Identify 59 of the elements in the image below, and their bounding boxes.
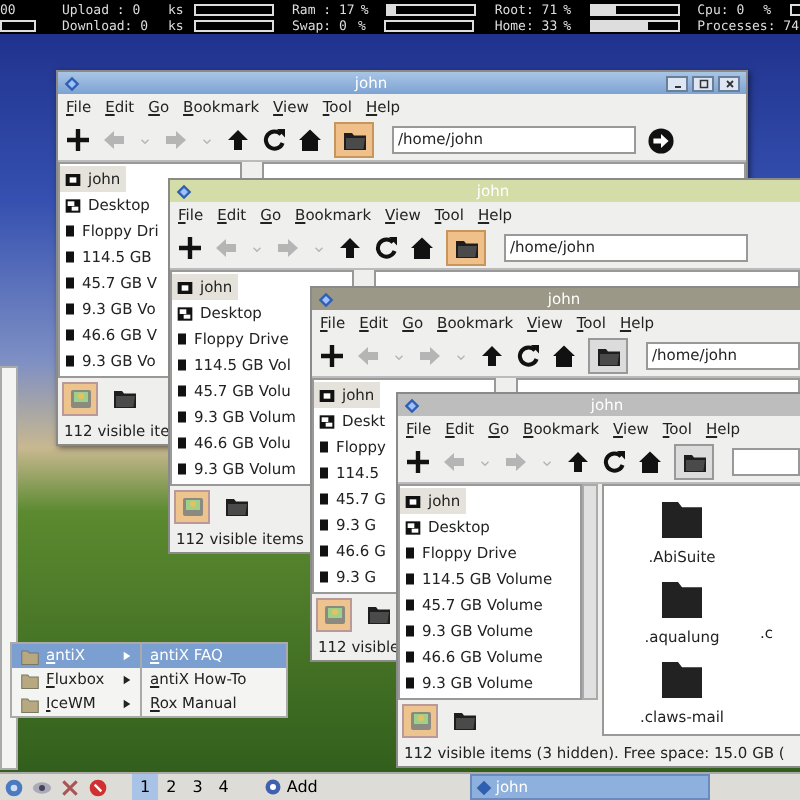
up-arrow-icon[interactable] xyxy=(566,450,590,474)
plus-icon[interactable] xyxy=(406,450,430,474)
up-arrow-icon[interactable] xyxy=(338,236,362,260)
folder-view-button[interactable] xyxy=(674,444,714,480)
folder-icon xyxy=(223,494,249,518)
folder-icon xyxy=(681,450,707,474)
refresh-icon[interactable] xyxy=(602,450,626,474)
window-icon xyxy=(475,779,492,795)
plus-icon[interactable] xyxy=(66,128,90,152)
home-icon[interactable] xyxy=(638,450,662,474)
folder-view-button[interactable] xyxy=(588,338,628,374)
folder-view-button[interactable] xyxy=(446,230,486,266)
home-icon[interactable] xyxy=(410,236,434,260)
plus-icon[interactable] xyxy=(178,236,202,260)
home-icon[interactable] xyxy=(552,344,576,368)
folder-icon xyxy=(595,344,621,368)
workspace-button[interactable]: 4 xyxy=(210,774,237,800)
workspace-button[interactable]: 3 xyxy=(184,774,211,800)
home-folder-icon xyxy=(404,493,422,509)
folder-icon xyxy=(341,128,367,152)
tools-icon[interactable] xyxy=(60,777,80,797)
home-icon[interactable] xyxy=(298,128,322,152)
window-icon xyxy=(318,291,334,307)
home-folder-icon xyxy=(318,387,336,403)
refresh-icon[interactable] xyxy=(374,236,398,260)
plus-icon[interactable] xyxy=(320,344,344,368)
maximize-button[interactable] xyxy=(692,75,714,91)
path-field[interactable] xyxy=(732,448,800,476)
network-icon[interactable] xyxy=(4,777,24,797)
desktop-icon xyxy=(318,413,336,429)
maximize-icon xyxy=(697,77,709,89)
up-arrow-icon[interactable] xyxy=(480,344,504,368)
folder-view-button[interactable] xyxy=(334,122,374,158)
stop-icon[interactable] xyxy=(88,777,108,797)
scrollbar[interactable] xyxy=(582,484,598,700)
close-button[interactable] xyxy=(718,75,740,91)
minimize-button[interactable] xyxy=(666,75,688,91)
workspace-button[interactable]: 1 xyxy=(132,774,159,800)
eye-icon[interactable] xyxy=(32,777,52,797)
desktop-icon xyxy=(176,305,194,321)
folder-icon xyxy=(111,386,137,410)
desktop-icon xyxy=(404,519,422,535)
window-icon xyxy=(404,397,420,413)
folder-icon xyxy=(453,236,479,260)
folder-icon xyxy=(365,602,391,626)
close-icon xyxy=(723,77,735,89)
folder-icon xyxy=(451,708,477,732)
refresh-icon[interactable] xyxy=(262,128,286,152)
workspace-button[interactable]: 2 xyxy=(158,774,185,800)
home-folder-icon xyxy=(176,279,194,295)
window-icon xyxy=(176,183,192,199)
add-icon xyxy=(264,778,283,796)
up-arrow-icon[interactable] xyxy=(226,128,250,152)
add-button[interactable]: Add xyxy=(260,775,322,799)
window-icon xyxy=(64,75,80,91)
go-arrow-icon[interactable] xyxy=(648,127,674,153)
desktop-icon xyxy=(64,197,82,213)
home-folder-icon xyxy=(64,171,82,187)
refresh-icon[interactable] xyxy=(516,344,540,368)
